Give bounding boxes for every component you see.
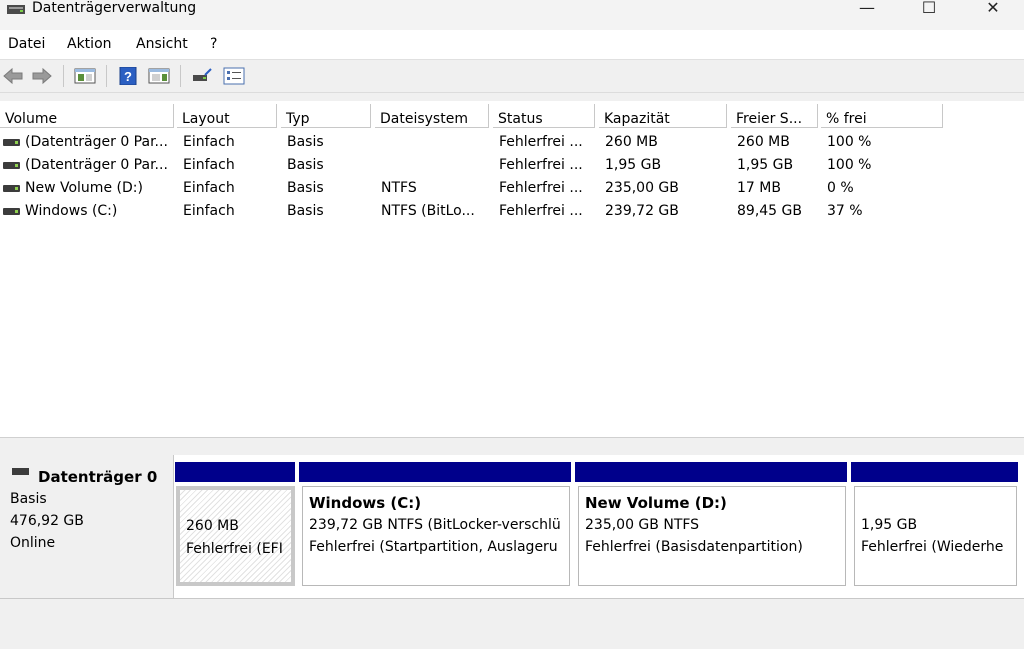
- properties-pane-icon[interactable]: [148, 67, 170, 85]
- volume-filesystem: [381, 131, 491, 154]
- volume-row[interactable]: (Datenträger 0 Par... Einfach Basis Fehl…: [0, 131, 1024, 154]
- partition-size: 239,72 GB NTFS (BitLocker-verschlü: [309, 517, 561, 533]
- partition-size: 260 MB: [186, 518, 239, 534]
- volume-filesystem: [381, 154, 491, 177]
- drive-icon: [3, 208, 20, 215]
- volume-capacity: 239,72 GB: [605, 203, 679, 219]
- volume-layout: Einfach: [183, 157, 235, 173]
- menu-datei[interactable]: Datei: [8, 36, 45, 53]
- partition-status: Fehlerfrei (Wiederhe: [861, 539, 1004, 555]
- help-icon[interactable]: ?: [117, 67, 139, 85]
- drive-icon: [3, 185, 20, 192]
- volume-name: New Volume (D:): [25, 180, 143, 196]
- volume-status: Fehlerfrei ...: [499, 134, 583, 150]
- volume-list: Volume Layout Typ Dateisystem Status Kap…: [0, 101, 1024, 437]
- list-header: Volume Layout Typ Dateisystem Status Kap…: [0, 104, 1024, 128]
- checklist-icon[interactable]: [223, 67, 245, 85]
- column-header-volume[interactable]: Volume: [0, 104, 174, 128]
- partition-header-bar: [175, 462, 295, 482]
- console-tree-icon[interactable]: [74, 67, 96, 85]
- back-arrow-icon[interactable]: [2, 67, 24, 85]
- volume-name: Windows (C:): [25, 203, 118, 219]
- volume-type: Basis: [287, 203, 324, 219]
- volume-free-space: 1,95 GB: [737, 157, 794, 173]
- partition-new-volume-d[interactable]: New Volume (D:) 235,00 GB NTFS Fehlerfre…: [578, 486, 846, 586]
- partition-status: Fehlerfrei (Basisdatenpartition): [585, 539, 803, 555]
- toolbar-separator: [63, 65, 64, 87]
- forward-arrow-icon[interactable]: [31, 67, 53, 85]
- column-header-typ[interactable]: Typ: [281, 104, 371, 128]
- volume-type: Basis: [287, 180, 324, 196]
- partition-efi[interactable]: 260 MB Fehlerfrei (EFI: [176, 486, 295, 586]
- volume-percent-free: 37 %: [827, 203, 863, 219]
- volume-row[interactable]: New Volume (D:) Einfach Basis NTFS Fehle…: [0, 177, 1024, 200]
- partition-recovery[interactable]: 1,95 GB Fehlerfrei (Wiederhe: [854, 486, 1017, 586]
- volume-row[interactable]: Windows (C:) Einfach Basis NTFS (BitLo..…: [0, 200, 1024, 223]
- disk-state: Online: [10, 535, 56, 551]
- volume-status: Fehlerfrei ...: [499, 157, 583, 173]
- volume-type: Basis: [287, 134, 324, 150]
- volume-layout: Einfach: [183, 203, 235, 219]
- column-header-kapazitaet[interactable]: Kapazität: [599, 104, 727, 128]
- svg-text:?: ?: [124, 69, 132, 84]
- maximize-button[interactable]: ☐: [906, 0, 952, 18]
- partition-header-bar: [299, 462, 571, 482]
- disk-size: 476,92 GB: [10, 513, 84, 529]
- volume-row[interactable]: (Datenträger 0 Par... Einfach Basis Fehl…: [0, 154, 1024, 177]
- volume-name: (Datenträger 0 Par...: [25, 157, 168, 173]
- column-header-dateisystem[interactable]: Dateisystem: [375, 104, 489, 128]
- volume-percent-free: 0 %: [827, 180, 854, 196]
- volume-status: Fehlerfrei ...: [499, 180, 583, 196]
- disk-type: Basis: [10, 491, 47, 507]
- toolbar-separator: [106, 65, 107, 87]
- volume-type: Basis: [287, 157, 324, 173]
- partition-size: 235,00 GB NTFS: [585, 517, 700, 533]
- drive-icon: [3, 162, 20, 169]
- partition-header-bar: [575, 462, 847, 482]
- volume-filesystem: NTFS (BitLo...: [381, 203, 475, 219]
- column-header-freier-speicher[interactable]: Freier S...: [731, 104, 818, 128]
- disk-management-app-icon: [7, 5, 25, 14]
- volume-filesystem: NTFS: [381, 180, 417, 196]
- volume-percent-free: 100 %: [827, 134, 872, 150]
- volume-capacity: 235,00 GB: [605, 180, 679, 196]
- volume-free-space: 260 MB: [737, 134, 790, 150]
- volume-layout: Einfach: [183, 134, 235, 150]
- partition-windows-c[interactable]: Windows (C:) 239,72 GB NTFS (BitLocker-v…: [302, 486, 570, 586]
- toolbar: ?: [0, 60, 1024, 93]
- drive-icon: [3, 139, 20, 146]
- menu-bar: Datei Aktion Ansicht ?: [0, 30, 1024, 60]
- close-button[interactable]: ✕: [970, 0, 1016, 18]
- toolbar-separator: [180, 65, 181, 87]
- partition-status: Fehlerfrei (Startpartition, Auslageru: [309, 539, 558, 555]
- menu-help[interactable]: ?: [210, 36, 217, 53]
- volume-layout: Einfach: [183, 180, 235, 196]
- volume-capacity: 1,95 GB: [605, 157, 662, 173]
- volume-status: Fehlerfrei ...: [499, 203, 583, 219]
- disk-icon: [12, 468, 29, 475]
- partition-header-bar: [851, 462, 1018, 482]
- column-header-layout[interactable]: Layout: [177, 104, 277, 128]
- partition-status: Fehlerfrei (EFI: [186, 541, 283, 557]
- minimize-button[interactable]: —: [844, 0, 890, 18]
- menu-ansicht[interactable]: Ansicht: [136, 36, 188, 53]
- volume-free-space: 17 MB: [737, 180, 781, 196]
- window-title: Datenträgerverwaltung: [32, 0, 197, 16]
- column-header-prozent-frei[interactable]: % frei: [821, 104, 943, 128]
- volume-capacity: 260 MB: [605, 134, 658, 150]
- column-header-status[interactable]: Status: [493, 104, 595, 128]
- partition-title: New Volume (D:): [585, 494, 727, 512]
- connect-icon[interactable]: [191, 67, 213, 85]
- disk-name: Datenträger 0: [38, 468, 158, 486]
- menu-aktion[interactable]: Aktion: [67, 36, 112, 53]
- partition-title: Windows (C:): [309, 494, 422, 512]
- disk-bottom-separator: [0, 598, 1024, 599]
- volume-percent-free: 100 %: [827, 157, 872, 173]
- volume-free-space: 89,45 GB: [737, 203, 802, 219]
- partition-size: 1,95 GB: [861, 517, 918, 533]
- volume-name: (Datenträger 0 Par...: [25, 134, 168, 150]
